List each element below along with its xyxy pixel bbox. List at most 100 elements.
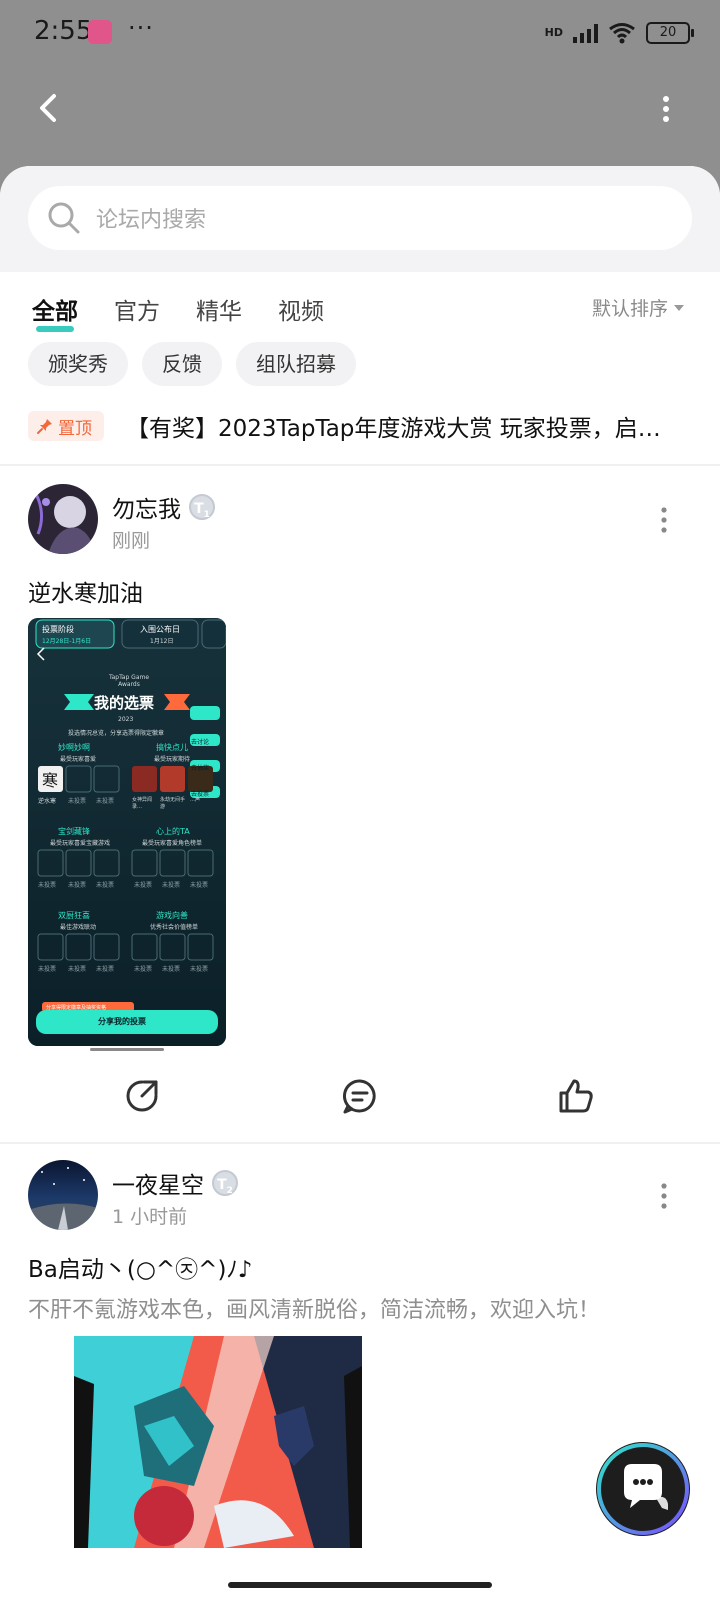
app-notification-icon [88,20,112,44]
image-slot-label: 未投票 [96,798,115,805]
wifi-icon [609,23,635,44]
filter-tabs: 全部 官方 精华 视频 [32,284,324,334]
image-slot-label: 未投票 [96,966,115,973]
post-author[interactable]: 一夜星空 T2 [112,1166,238,1200]
pin-icon [37,419,52,434]
search-placeholder: 论坛内搜索 [96,208,207,233]
image-year: 2023 [118,716,134,723]
image-tab-voting: 投票阶段 [42,625,74,634]
post-time: 1 小时前 [112,1206,188,1228]
pinned-post[interactable]: 置顶 【有奖】2023TapTap年度游戏大赏 玩家投票，启… [28,408,692,444]
post-subtext: 不肝不氪游戏本色，画风清新脱俗，简洁流畅，欢迎入坑！ [28,1298,601,1323]
image-section-sub: 最受玩家喜爱 [60,756,97,763]
image-section-title: 游戏向善 [156,911,188,920]
status-time: 2:55 [34,16,93,46]
author-name: 勿忘我 [112,497,181,523]
image-section-sub: 最受玩家喜爱宝藏游戏 [50,840,111,847]
post-time: 刚刚 [112,530,151,552]
level-badge: T2 [212,1170,238,1196]
status-bar: 2:55 ··· HD 20 [0,0,720,66]
sort-label: 默认排序 [591,298,668,320]
post-author[interactable]: 勿忘我 T1 [112,490,215,524]
search-area: 论坛内搜索 [0,166,720,272]
image-brand: TapTap Game Awards [108,674,150,688]
comment-icon[interactable] [340,1076,380,1116]
image-section-sub: 最受玩家期待 [154,756,191,763]
image-side-button: 去讨论 [191,739,210,746]
image-section-title: 宝剑藏锋 [58,827,90,836]
image-slot-label: 未投票 [96,882,115,889]
chip-feedback[interactable]: 反馈 [142,342,222,386]
image-slot-label: 永劫无间手游 [160,797,186,810]
image-section-sub: 优秀社会价值榜单 [150,924,199,931]
image-section-title: 心上的TA [156,827,190,836]
chip-team-recruit[interactable]: 组队招募 [236,342,356,386]
home-indicator[interactable] [228,1582,492,1588]
post-text: 逆水寒加油 [28,581,143,607]
sort-dropdown[interactable]: 默认排序 [592,294,684,321]
more-notifications-icon: ··· [128,14,154,42]
image-side-button: 去抽奖 [191,765,210,772]
image-section-sub: 最受玩家喜爱角色榜单 [142,840,203,847]
image-slot-label: 未投票 [68,798,87,805]
image-slot-label: 未投票 [162,882,181,889]
image-slot-label: 未投票 [190,882,209,889]
image-tab-announce: 入围公布日 [140,625,180,634]
image-section-title: 双厨狂喜 [58,911,90,920]
level-badge: T1 [189,494,215,520]
post-image[interactable]: 寒 投票阶段 12月28日-1月6日 入围公布日 1月12日 TapTap Ga… [28,618,226,1046]
image-scroll-indicator [90,1048,164,1051]
back-icon[interactable] [30,88,70,128]
image-footer-badge: 分享得限定徽章及抽奖资格 [46,1005,107,1011]
battery-icon: 20 [646,22,694,44]
image-slot-label: 未投票 [162,966,181,973]
image-section-title: 妙啊妙啊 [58,743,90,752]
pinned-post-title: 【有奖】2023TapTap年度游戏大赏 玩家投票，启… [126,416,661,442]
image-slot-label: 女神异闻录… [132,797,153,810]
tab-video[interactable]: 视频 [278,292,324,326]
category-chips: 颁奖秀 反馈 组队招募 [28,342,356,386]
caret-down-icon [674,304,684,311]
author-name: 一夜星空 [112,1173,204,1199]
network-type: HD [544,26,563,39]
image-slot-label: 未投票 [134,882,153,889]
tab-all[interactable]: 全部 [32,292,78,332]
forum-sheet: 论坛内搜索 全部 官方 精华 视频 默认排序 颁奖秀 反馈 组队招募 置顶 【有… [0,166,720,1600]
image-hint: 投选情况总览，分享选票得限定徽章 [68,730,165,737]
image-slot-label: 未投票 [190,966,209,973]
avatar[interactable] [28,484,98,554]
section-divider [0,464,720,466]
section-divider [0,1142,720,1144]
image-slot-label: 未投票 [68,882,87,889]
post-create-button[interactable] [596,1442,690,1536]
top-nav [0,78,720,138]
svg-text:寒: 寒 [42,771,58,790]
image-title: 我的选票 [94,694,155,712]
post-more-icon[interactable] [660,1182,668,1210]
image-tab-announce-date: 1月12日 [150,638,174,645]
signal-icon [573,23,598,43]
more-vertical-icon[interactable] [660,94,672,124]
tab-featured[interactable]: 精华 [196,292,242,326]
search-icon [48,202,80,234]
image-share-button: 分享我的投票 [98,1017,146,1026]
pinned-badge: 置顶 [28,411,104,441]
like-icon[interactable] [556,1076,596,1116]
post-card[interactable]: 勿忘我 T1 刚刚 逆水寒加油 寒 投票阶段 12月28日-1月6日 入围公布日… [0,482,720,1142]
post-more-icon[interactable] [660,506,668,534]
post-image[interactable] [74,1336,362,1548]
share-icon[interactable] [122,1076,162,1116]
image-slot-label: 未投票 [38,882,57,889]
image-slot-label: 未投票 [134,966,153,973]
chip-awards-show[interactable]: 颁奖秀 [28,342,128,386]
image-slot-label: 未投票 [38,966,57,973]
status-icons: HD 20 [544,20,694,46]
image-slot-label: 未投票 [68,966,87,973]
search-input[interactable]: 论坛内搜索 [28,186,692,250]
avatar[interactable] [28,1160,98,1230]
image-tab-voting-date: 12月28日-1月6日 [42,638,92,645]
post-text: Ba启动丶(○^㉨^)ﾉ♪ [28,1257,253,1283]
pinned-badge-label: 置顶 [58,418,92,439]
tab-official[interactable]: 官方 [114,292,160,326]
chat-bubble-icon [597,1443,689,1535]
